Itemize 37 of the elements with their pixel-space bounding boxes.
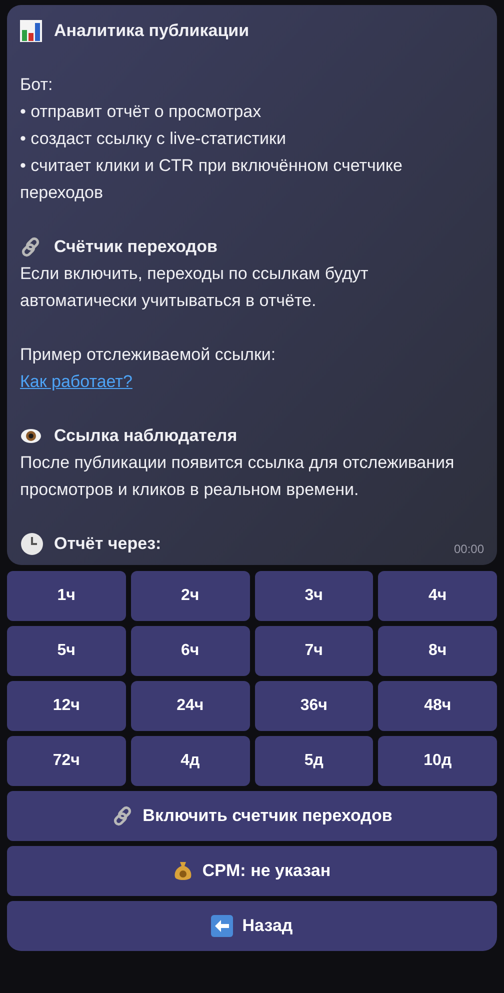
- message-text: После публикации появится ссылка для отслеживания просмотров и кликов в реальном времени.: [20, 452, 456, 501]
- section-heading: Отчёт через:: [54, 533, 162, 555]
- hour-button[interactable]: 5ч: [7, 626, 126, 676]
- hour-button[interactable]: 4д: [130, 736, 250, 786]
- hour-button[interactable]: 1ч: [7, 571, 126, 621]
- clock-icon: [20, 532, 44, 556]
- hour-button[interactable]: 72ч: [7, 736, 126, 786]
- section-heading: Счётчик переходов: [54, 236, 218, 258]
- hour-button[interactable]: 3ч: [254, 571, 374, 621]
- hour-button[interactable]: 6ч: [130, 626, 250, 676]
- hour-button[interactable]: 24ч: [130, 681, 250, 731]
- help-link[interactable]: Как работает?: [20, 368, 132, 395]
- chain-link-icon: [112, 805, 134, 827]
- hour-button[interactable]: 36ч: [254, 681, 374, 731]
- hour-button[interactable]: 4ч: [378, 571, 497, 621]
- hour-button[interactable]: 12ч: [7, 681, 126, 731]
- message-text: Если включить, переходы по ссылкам будут автоматически учитываться в отчёте.: [20, 263, 370, 312]
- bar-chart-icon: [20, 20, 42, 42]
- hour-button[interactable]: 7ч: [254, 626, 374, 676]
- message-time: 00:00: [454, 541, 484, 557]
- hour-button[interactable]: 8ч: [378, 626, 497, 676]
- message-text: • создаст ссылку с live-статистики: [20, 128, 287, 150]
- chain-link-icon: [20, 236, 42, 258]
- section-heading: Ссылка наблюдателя: [54, 425, 238, 447]
- action-button[interactable]: Назад: [7, 901, 497, 951]
- action-button[interactable]: Включить счетчик переходов: [7, 791, 497, 841]
- message-title: Аналитика публикации: [54, 20, 250, 42]
- message-text: • считает клики и CTR при включённом счетчике переходов: [20, 155, 404, 204]
- hour-button[interactable]: 5д: [254, 736, 374, 786]
- message-text: Бот:: [20, 74, 54, 96]
- message-text: Пример отслеживаемой ссылки:: [20, 344, 277, 366]
- message-text: • отправит отчёт о просмотрах: [20, 101, 262, 123]
- hour-button[interactable]: 2ч: [130, 571, 250, 621]
- money-bag-icon: [173, 860, 194, 882]
- hour-button[interactable]: 48ч: [378, 681, 497, 731]
- hour-button[interactable]: 10д: [378, 736, 497, 786]
- action-button[interactable]: CPM: не указан: [7, 846, 497, 896]
